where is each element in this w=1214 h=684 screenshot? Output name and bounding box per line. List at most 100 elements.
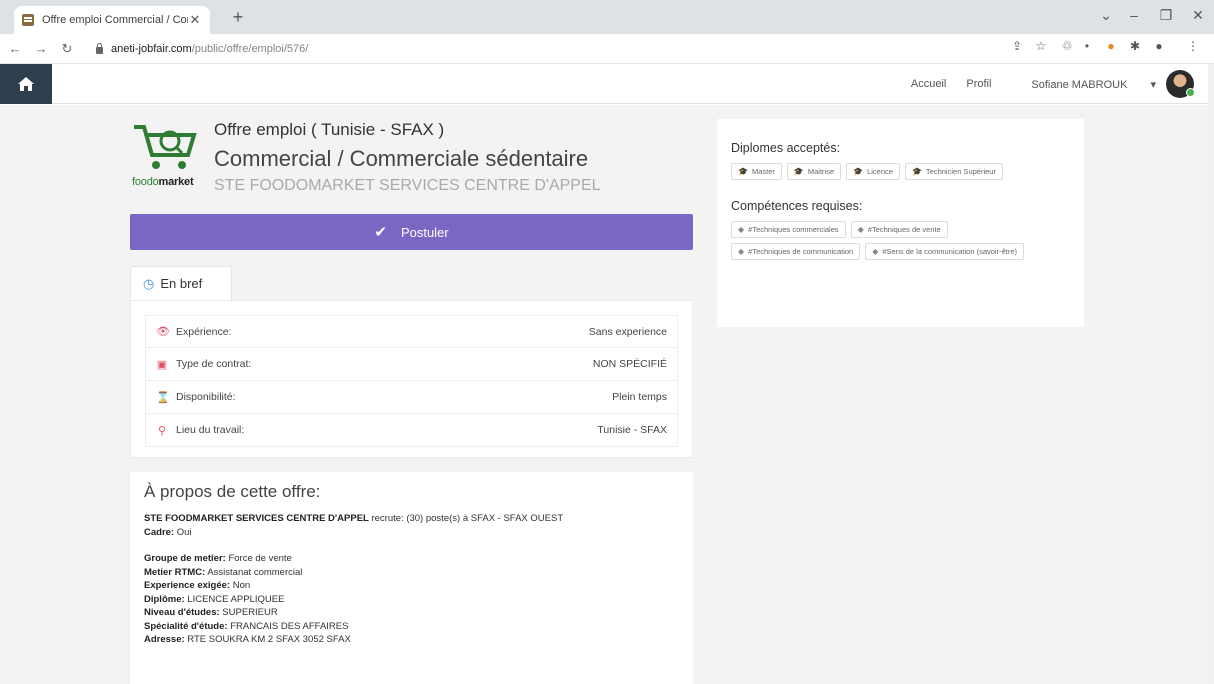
- graduation-cap-icon: 🎓: [853, 167, 864, 176]
- bookmark-star-icon[interactable]: ☆: [1032, 39, 1050, 53]
- back-icon[interactable]: ←: [4, 41, 26, 56]
- share-icon[interactable]: ⇪: [1008, 39, 1026, 53]
- brief-row-availability: ⌛ Disponibilité: Plein temps: [145, 381, 678, 414]
- requirements-panel: Diplomes acceptés: 🎓 Master 🎓 Maitrise 🎓 Li…: [717, 119, 1084, 327]
- favicon-icon: [22, 14, 34, 26]
- browser-tab-bar: Offre emploi Commercial / Com ✕ + ⌄ – ❐ …: [0, 0, 1214, 34]
- graduation-cap-icon: 🎓: [738, 167, 748, 176]
- eye-icon: 👁: [156, 326, 170, 338]
- recruit-company: STE FOODMARKET SERVICES CENTRE D'APPEL: [144, 513, 369, 524]
- site-header: Accueil Profil Sofiane MABROUK ▾: [0, 64, 1208, 104]
- address-bar[interactable]: aneti-jobfair.com/public/offre/emploi/57…: [96, 39, 996, 59]
- avatar[interactable]: [1166, 70, 1195, 98]
- nav-accueil[interactable]: Accueil: [911, 78, 946, 90]
- hourglass-icon: ⌛: [156, 391, 170, 404]
- skills-heading: Compétences requises:: [731, 199, 863, 213]
- brief-label: Disponibilité:: [176, 391, 236, 403]
- diplomas-heading: Diplomes acceptés:: [731, 141, 841, 155]
- new-tab-icon[interactable]: +: [226, 6, 250, 28]
- recruit-line: STE FOODMARKET SERVICES CENTRE D'APPEL r…: [144, 512, 679, 526]
- window-close-icon[interactable]: ✕: [1180, 4, 1214, 26]
- notification-extension-icon[interactable]: ●: [1102, 39, 1120, 53]
- browser-menu-icon[interactable]: ⋮: [1184, 39, 1202, 53]
- cadre-label: Cadre:: [144, 526, 175, 538]
- recruit-text: recrute: (30) poste(s) à SFAX - SFAX OUE…: [368, 513, 564, 524]
- brief-label: Expérience:: [176, 325, 232, 338]
- url-path: /public/offre/emploi/576/: [191, 43, 309, 55]
- url-host: aneti-jobfair.com: [111, 43, 192, 55]
- home-button[interactable]: [0, 64, 52, 104]
- graduation-cap-icon: 🎓: [793, 167, 804, 176]
- detail-line: Experience exigée: Non: [144, 580, 251, 591]
- cadre-line: Cadre: Oui: [144, 526, 679, 540]
- about-panel: À propos de cette offre: STE FOODMARKET …: [130, 472, 693, 684]
- offer-subtitle: Offre emploi ( Tunisie - SFAX ): [214, 120, 445, 139]
- tag-icon: ◆: [738, 247, 745, 256]
- diploma-tag: 🎓 Master: [731, 163, 782, 180]
- profile-icon[interactable]: ●: [1150, 39, 1168, 53]
- brief-value: Sans experience: [588, 325, 667, 338]
- brief-label: Lieu du travail:: [176, 424, 245, 436]
- diploma-tag: 🎓 Licence: [846, 163, 900, 180]
- brief-row-contract: ▣ Type de contrat: NON SPÉCIFIÉ: [145, 348, 678, 381]
- brief-panel: 👁 Expérience: Sans experience ▣ Type de co…: [130, 300, 693, 458]
- forward-icon[interactable]: →: [30, 41, 52, 56]
- skill-tag: ◆ #Techniques de vente: [850, 221, 948, 238]
- recycle-extension-icon[interactable]: ♲: [1058, 39, 1076, 53]
- map-marker-icon: ⚲: [157, 424, 167, 437]
- skill-tags: ◆ #Techniques commerciales ◆ #Techniques d…: [731, 221, 1070, 265]
- diploma-tag: 🎓 Technicien Supérieur: [904, 163, 1003, 180]
- tab-title: Offre emploi Commercial / Com: [42, 14, 188, 26]
- detail-line: Adresse: RTE SOUKRA KM 2 SFAX 3052 SFAX: [144, 634, 351, 645]
- detail-line: Spécialité d'étude: FRANCAIS DES AFFAIRE…: [144, 620, 349, 632]
- detail-line: Metier RTMC: Assistanat commercial: [144, 566, 303, 578]
- skill-tag: ◆ #Sens de la communication (savoir-être): [865, 243, 1025, 260]
- brief-value: NON SPÉCIFIÉ: [592, 358, 667, 370]
- brief-row-location: ⚲ Lieu du travail: Tunisie - SFAX: [145, 414, 678, 447]
- check-icon: ✔: [374, 224, 387, 241]
- skill-tag: ◆ #Techniques de communication: [731, 243, 861, 260]
- company-logo: foodomarket: [130, 119, 206, 203]
- maximize-icon[interactable]: ❐: [1148, 4, 1184, 26]
- caret-down-icon: ▾: [1150, 78, 1156, 91]
- apply-button[interactable]: ✔ Postuler: [130, 214, 693, 250]
- reload-icon[interactable]: ↻: [56, 41, 78, 57]
- extension-icon[interactable]: •: [1078, 39, 1096, 53]
- browser-tab[interactable]: Offre emploi Commercial / Com ✕: [14, 6, 210, 34]
- logo-text: foodomarket: [132, 176, 194, 188]
- nav-profil[interactable]: Profil: [966, 78, 991, 90]
- home-icon: [18, 77, 34, 91]
- tab-en-bref[interactable]: ◷ En bref: [130, 266, 232, 300]
- brief-row-experience: 👁 Expérience: Sans experience: [145, 315, 678, 348]
- scrollbar[interactable]: [1208, 64, 1214, 684]
- tag-icon: ◆: [857, 225, 864, 234]
- user-menu[interactable]: Sofiane MABROUK ▾: [1011, 78, 1156, 91]
- company-name: STE FOODOMARKET SERVICES CENTRE D'APPEL: [214, 177, 601, 194]
- tag-icon: ◆: [872, 247, 879, 256]
- diploma-tags: 🎓 Master 🎓 Maitrise 🎓 Licence 🎓 Technicien S…: [731, 163, 1070, 185]
- detail-line: Diplôme: LICENCE APPLIQUEE: [144, 593, 285, 605]
- diploma-tag: 🎓 Maitrise: [786, 163, 842, 180]
- shopping-cart-icon: [134, 125, 197, 169]
- about-heading: À propos de cette offre:: [144, 482, 321, 501]
- cadre-value: Oui: [174, 526, 192, 538]
- lock-icon: [96, 42, 103, 54]
- brief-value: Plein temps: [612, 391, 667, 403]
- clock-icon: ◷: [143, 275, 155, 291]
- detail-line: Groupe de metier: Force de vente: [144, 553, 292, 564]
- brief-value: Tunisie - SFAX: [597, 424, 667, 436]
- tab-label: En bref: [160, 276, 203, 291]
- briefcase-icon: ▣: [156, 358, 168, 371]
- apply-label: Postuler: [400, 224, 449, 240]
- top-links: Accueil Profil Sofiane MABROUK ▾: [891, 64, 1195, 104]
- page-title: Commercial / Commerciale sédentaire: [214, 146, 589, 171]
- tag-icon: ◆: [738, 225, 745, 234]
- minimize-icon[interactable]: –: [1116, 4, 1152, 26]
- graduation-cap-icon: 🎓: [911, 167, 922, 176]
- puzzle-extensions-icon[interactable]: ✱: [1126, 39, 1144, 53]
- skill-tag: ◆ #Techniques commerciales: [731, 221, 846, 238]
- close-tab-icon[interactable]: ✕: [188, 12, 202, 28]
- detail-line: Niveau d'études: SUPERIEUR: [144, 607, 278, 618]
- user-name: Sofiane MABROUK: [1031, 78, 1128, 91]
- brief-label: Type de contrat:: [176, 358, 252, 370]
